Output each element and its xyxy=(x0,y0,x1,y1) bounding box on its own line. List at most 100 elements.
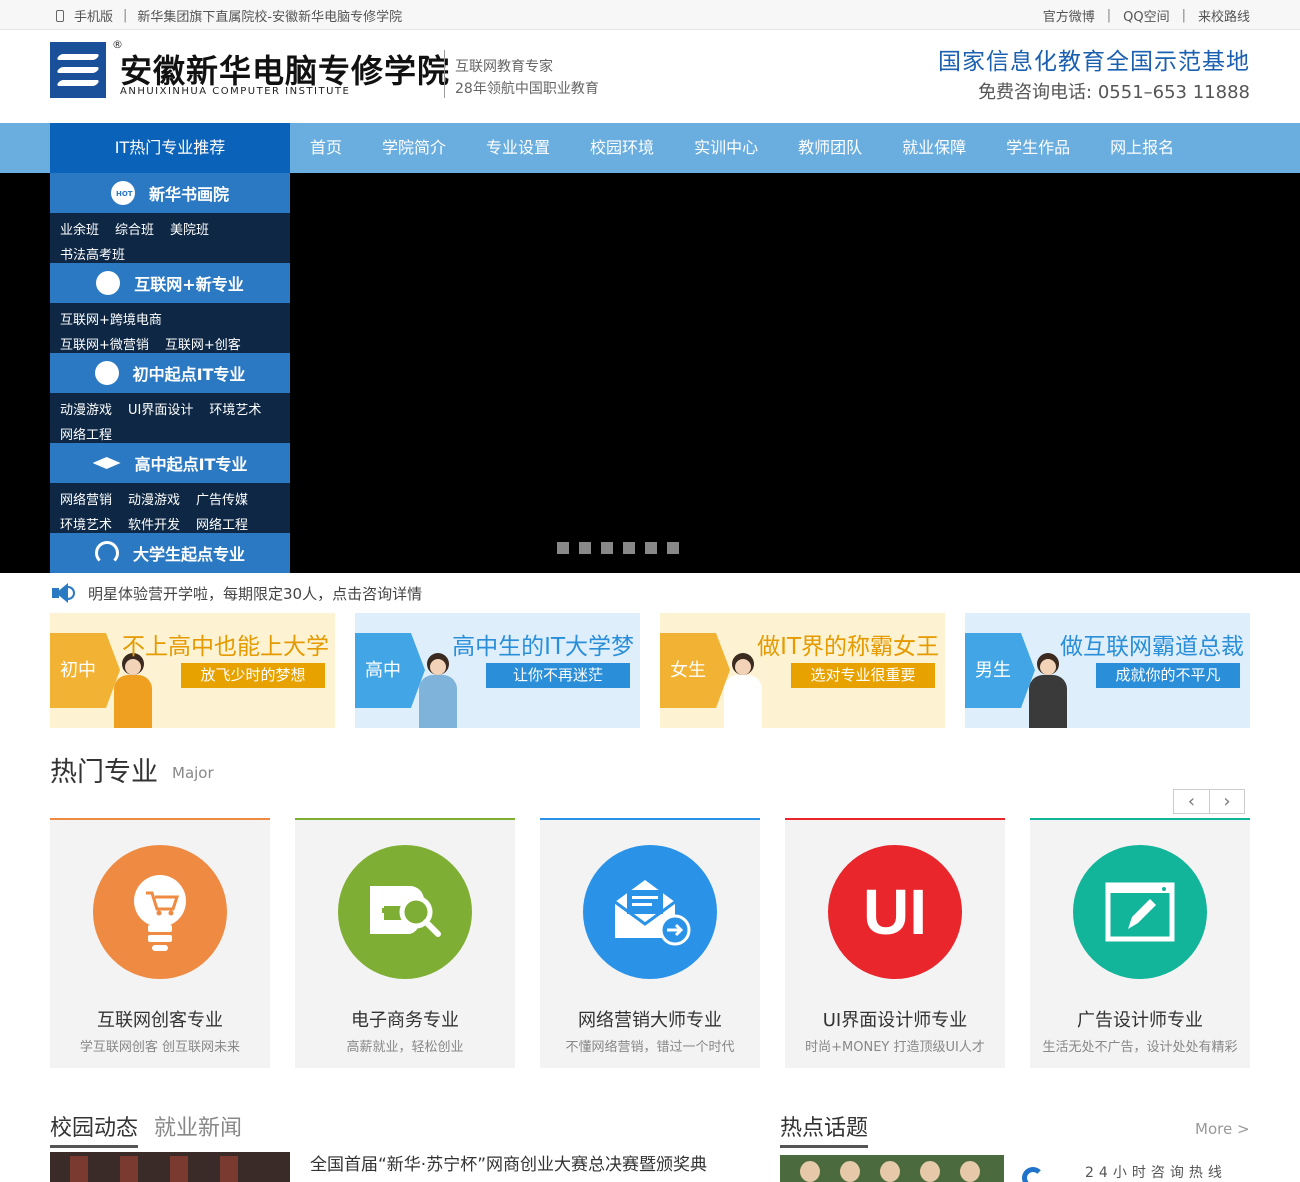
side-link[interactable]: 互联网+跨境电商 xyxy=(60,309,162,328)
promo-headline: 做IT界的称霸女王 xyxy=(757,634,939,660)
news-headline[interactable]: 全国首届“新华·苏宁杯”网商创业大赛总决赛暨颁奖典 xyxy=(310,1150,707,1175)
logo-divider xyxy=(444,50,445,98)
section-title-en: Major xyxy=(172,764,214,782)
major-name: 互联网创客专业 xyxy=(97,1010,223,1031)
carousel-arrows: ‹ › xyxy=(1173,789,1245,814)
mail-arrow-icon xyxy=(583,845,717,979)
major-card[interactable]: 网络营销大师专业 不懂网络营销，错过一个时代 xyxy=(540,818,760,1068)
side-link[interactable]: 书法高考班 xyxy=(60,244,125,263)
slider-dot[interactable] xyxy=(623,542,635,554)
promo-card-senior[interactable]: 高中 高中生的IT大学梦 让你不再迷茫 xyxy=(355,613,640,728)
side-menu-heading[interactable]: HOT 新华书画院 xyxy=(50,173,290,213)
pencil-board-icon xyxy=(1073,845,1207,979)
qq-space-link[interactable]: QQ空间 xyxy=(1123,6,1169,25)
nav-item-teachers[interactable]: 教师团队 xyxy=(778,123,882,173)
slider-dot[interactable] xyxy=(667,542,679,554)
slider-dot[interactable] xyxy=(579,542,591,554)
side-link[interactable]: 动漫游戏 xyxy=(60,399,112,418)
side-link[interactable]: 环境艺术 xyxy=(209,399,261,418)
side-menu-heading[interactable]: 互联网+新专业 xyxy=(50,263,290,303)
side-link[interactable]: 动漫游戏 xyxy=(128,489,180,508)
promo-headline: 做互联网霸道总裁 xyxy=(1060,634,1244,660)
promo-card-boys[interactable]: 男生 做互联网霸道总裁 成就你的不平凡 xyxy=(965,613,1250,728)
promo-headline: 高中生的IT大学梦 xyxy=(452,634,634,660)
side-link[interactable]: 互联网+创客 xyxy=(165,334,241,353)
main-nav: IT热门专业推荐 首页 学院简介 专业设置 校园环境 实训中心 教师团队 就业保… xyxy=(0,123,1300,173)
major-card[interactable]: 电子商务专业 高薪就业，轻松创业 xyxy=(295,818,515,1068)
side-menu-heading[interactable]: 初中起点IT专业 xyxy=(50,353,290,393)
promo-subline: 放飞少时的梦想 xyxy=(181,663,325,688)
promo-tag: 高中 xyxy=(355,633,425,708)
promo-card-junior[interactable]: 初中 不上高中也能上大学 放飞少时的梦想 xyxy=(50,613,335,728)
ui-icon-text: UI xyxy=(863,876,927,948)
side-link[interactable]: 广告传媒 xyxy=(196,489,248,508)
side-menu-heading[interactable]: 高中起点IT专业 xyxy=(50,443,290,483)
hot-topic-thumbnail[interactable] xyxy=(780,1155,1004,1182)
headphones-icon xyxy=(94,541,119,565)
side-link[interactable]: 网络营销 xyxy=(60,489,112,508)
promo-cards: 初中 不上高中也能上大学 放飞少时的梦想 高中 高中生的IT大学梦 让你不再迷茫… xyxy=(50,613,1250,728)
promo-subline: 选对专业很重要 xyxy=(791,663,935,688)
route-link[interactable]: 来校路线 xyxy=(1198,6,1250,25)
major-desc: 时尚+MONEY 打造顶级UI人才 xyxy=(805,1040,985,1055)
chevron-left-icon[interactable]: ‹ xyxy=(1174,790,1209,813)
slider-dot[interactable] xyxy=(601,542,613,554)
nav-item-majors[interactable]: 专业设置 xyxy=(466,123,570,173)
top-bar: 手机版 | 新华集团旗下直属院校-安徽新华电脑专修学院 官方微博 | QQ空间 … xyxy=(0,0,1300,30)
nav-item-campus[interactable]: 校园环境 xyxy=(570,123,674,173)
promo-subline: 让你不再迷茫 xyxy=(486,663,630,688)
nav-item-training[interactable]: 实训中心 xyxy=(674,123,778,173)
slider-dot[interactable] xyxy=(557,542,569,554)
bulb-cart-icon xyxy=(93,845,227,979)
nav-item-employment[interactable]: 就业保障 xyxy=(882,123,986,173)
promo-tag: 初中 xyxy=(50,633,120,708)
side-link[interactable]: 软件开发 xyxy=(128,514,180,533)
speaker-icon xyxy=(50,580,76,606)
side-link[interactable]: 网络工程 xyxy=(60,424,112,443)
nav-item-about[interactable]: 学院简介 xyxy=(362,123,466,173)
tab-campus-news[interactable]: 校园动态 xyxy=(50,1110,139,1148)
majors-list: 互联网创客专业 学互联网创客 创互联网未来 电子商务专业 高薪就业，轻松创业 网… xyxy=(50,818,1250,1068)
news-tabs: 校园动态 就业新闻 xyxy=(50,1110,242,1148)
graduation-cap-icon xyxy=(92,457,121,469)
side-link[interactable]: UI界面设计 xyxy=(128,399,193,418)
separator: | xyxy=(123,8,128,23)
mobile-phone-icon xyxy=(56,9,64,22)
major-card[interactable]: 互联网创客专业 学互联网创客 创互联网未来 xyxy=(50,818,270,1068)
weibo-link[interactable]: 官方微博 xyxy=(1043,6,1095,25)
slider-dot[interactable] xyxy=(645,542,657,554)
promo-subline: 成就你的不平凡 xyxy=(1096,663,1240,688)
side-link[interactable]: 业余班 xyxy=(60,219,99,238)
logo-english: ANHUIXINHUA COMPUTER INSTITUTE xyxy=(120,86,351,97)
major-card[interactable]: UI UI界面设计师专业 时尚+MONEY 打造顶级UI人才 xyxy=(785,818,1005,1068)
side-link[interactable]: 网络工程 xyxy=(196,514,248,533)
major-card[interactable]: 广告设计师专业 生活无处不广告，设计处处有精彩 xyxy=(1030,818,1250,1068)
tab-employment-news[interactable]: 就业新闻 xyxy=(154,1110,242,1148)
side-menu-title: 大学生起点专业 xyxy=(132,545,245,564)
notice-bar[interactable]: 明星体验营开学啦，每期限定30人，点击咨询详情 xyxy=(50,578,422,608)
chevron-right-icon[interactable]: › xyxy=(1208,790,1244,813)
base-title: 国家信息化教育全国示范基地 xyxy=(938,49,1250,75)
site-header: ® 安徽新华电脑专修学院 ANHUIXINHUA COMPUTER INSTIT… xyxy=(0,30,1300,123)
side-link[interactable]: 综合班 xyxy=(115,219,154,238)
ui-text-icon: UI xyxy=(828,845,962,979)
major-name: UI界面设计师专业 xyxy=(822,1010,968,1031)
student-photo xyxy=(112,653,152,728)
notice-text[interactable]: 明星体验营开学啦，每期限定30人，点击咨询详情 xyxy=(88,583,422,604)
more-link[interactable]: More > xyxy=(1195,1120,1250,1138)
worker-helmet-icon xyxy=(96,271,121,295)
side-link[interactable]: 美院班 xyxy=(170,219,209,238)
logo-emblem-icon[interactable] xyxy=(50,42,106,98)
side-link[interactable]: 环境艺术 xyxy=(60,514,112,533)
news-thumbnail[interactable] xyxy=(50,1152,290,1182)
nav-item-home[interactable]: 首页 xyxy=(290,123,362,173)
side-menu-title: 初中起点IT专业 xyxy=(132,365,246,384)
side-menu-heading[interactable]: 大学生起点专业 xyxy=(50,533,290,573)
mobile-version-link[interactable]: 手机版 xyxy=(74,6,113,25)
nav-item-enroll[interactable]: 网上报名 xyxy=(1090,123,1194,173)
promo-card-girls[interactable]: 女生 做IT界的称霸女王 选对专业很重要 xyxy=(660,613,945,728)
nav-item-works[interactable]: 学生作品 xyxy=(986,123,1090,173)
category-menu-button[interactable]: IT热门专业推荐 xyxy=(50,123,290,173)
eo-search-icon xyxy=(338,845,472,979)
side-link[interactable]: 互联网+微营销 xyxy=(60,334,149,353)
